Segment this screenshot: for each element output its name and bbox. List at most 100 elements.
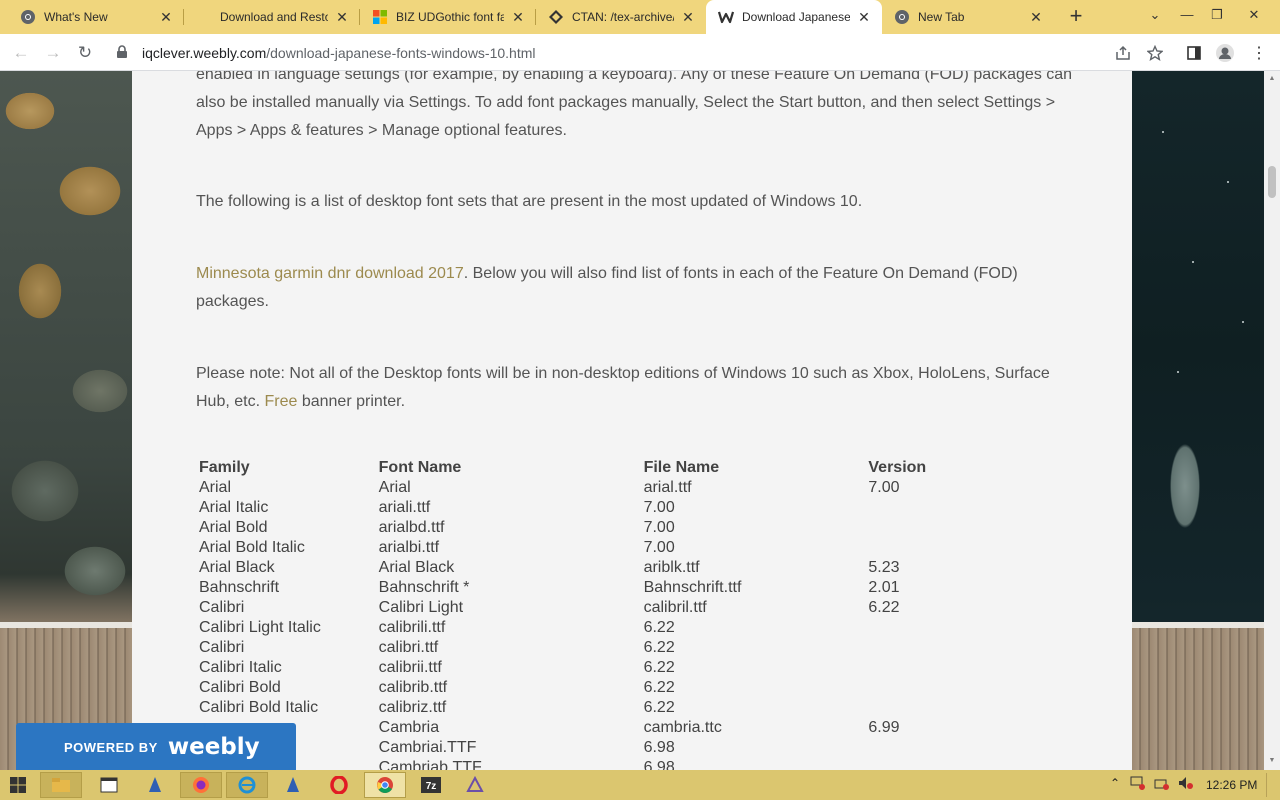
paragraph-fod-list: Minnesota garmin dnr download 2017. Belo… (196, 265, 1018, 310)
table-cell: 7.00 (643, 539, 675, 556)
tab-title: CTAN: /tex-archive/f (572, 10, 674, 24)
forward-button[interactable]: → (42, 42, 64, 64)
table-cell: 6.99 (868, 719, 900, 736)
profile-avatar-icon[interactable] (1214, 42, 1236, 64)
powered-by-label: POWERED BY (64, 739, 158, 755)
table-cell: Bahnschrift (199, 579, 280, 596)
table-cell (865, 758, 1036, 770)
table-cell: calibriz.ttf (378, 699, 447, 716)
table-cell: Arial Bold (199, 519, 268, 536)
weebly-logo: weebly (167, 734, 260, 760)
vertical-scrollbar[interactable]: ▲ ▼ (1264, 71, 1280, 770)
lock-icon[interactable] (116, 45, 128, 64)
table-cell: calibrii.ttf (378, 659, 442, 676)
chrome-taskbar-icon[interactable] (364, 772, 406, 798)
address-bar[interactable]: iqclever.weebly.com/download-japanese-fo… (106, 38, 1176, 67)
tab-strip: What's New ✕ Download and Resto ✕ BIZ UD… (0, 0, 1280, 34)
scroll-up-icon[interactable]: ▲ (1268, 75, 1276, 82)
browser-toolbar: ← → ↻ iqclever.weebly.com/download-japan… (0, 34, 1280, 71)
reload-button[interactable]: ↻ (74, 42, 96, 64)
close-tab-icon[interactable]: ✕ (334, 9, 350, 25)
powered-by-weebly-badge[interactable]: POWERED BY weebly (16, 723, 296, 770)
scroll-down-icon[interactable]: ▼ (1268, 757, 1276, 764)
tab-whats-new[interactable]: What's New ✕ (8, 0, 184, 34)
start-button[interactable] (0, 772, 36, 798)
table-row: Calibri Bold Italic calibriz.ttf 6.22 (196, 698, 1036, 718)
table-row: Calibri Bold calibrib.ttf 6.22 (196, 678, 1036, 698)
table-row: Cambriai.TTF 6.98 (196, 738, 1036, 758)
menu-icon[interactable]: ⋮ (1248, 42, 1270, 64)
table-cell: calibril.ttf (643, 599, 707, 616)
tab-download-restore[interactable]: Download and Resto ✕ (184, 0, 360, 34)
table-cell: Calibri Light Italic (199, 619, 321, 636)
tab-title: BIZ UDGothic font fa (396, 10, 504, 24)
close-tab-icon[interactable]: ✕ (856, 9, 872, 25)
tab-download-japanese[interactable]: Download Japanese ✕ (706, 0, 882, 34)
scrollbar-thumb[interactable] (1268, 166, 1276, 198)
table-row: Arial Italic ariali.ttf 7.00 (196, 498, 1036, 518)
background-image-right (1132, 71, 1264, 770)
table-cell: 6.98 (643, 759, 675, 770)
weebly-icon (718, 9, 734, 25)
table-cell: Bahnschrift.ttf (643, 579, 742, 596)
table-cell: Arial (199, 479, 232, 496)
table-cell (865, 698, 1036, 718)
7zip-icon[interactable]: 7z (410, 772, 452, 798)
app-icon-blue[interactable] (134, 772, 176, 798)
tab-title: New Tab (918, 10, 965, 24)
close-tab-icon[interactable]: ✕ (1028, 9, 1044, 25)
volume-muted-icon[interactable] (1178, 776, 1194, 793)
tab-new-tab[interactable]: New Tab ✕ (882, 0, 1054, 34)
tab-search-icon[interactable]: ⌄ (1140, 0, 1170, 34)
tab-ctan[interactable]: CTAN: /tex-archive/f ✕ (536, 0, 706, 34)
tab-title: Download Japanese (742, 10, 850, 24)
blank-icon (196, 9, 212, 25)
web-page: enabled in language settings (for exampl… (0, 71, 1280, 770)
close-tab-icon[interactable]: ✕ (680, 9, 696, 25)
opera-icon[interactable] (318, 772, 360, 798)
new-tab-button[interactable]: + (1064, 5, 1088, 29)
share-icon[interactable] (1112, 42, 1134, 64)
tab-biz-udgothic[interactable]: BIZ UDGothic font fa ✕ (360, 0, 536, 34)
close-window-button[interactable]: ✕ (1234, 0, 1274, 34)
table-cell: Calibri Light (378, 599, 464, 616)
table-cell: Calibri Bold (199, 679, 281, 696)
app-icon-blue-2[interactable] (272, 772, 314, 798)
table-cell: Calibri Italic (199, 659, 282, 676)
table-cell: Arial (378, 479, 411, 496)
table-cell: Bahnschrift * (378, 579, 470, 596)
internet-explorer-icon[interactable] (226, 772, 268, 798)
restore-button[interactable]: ❐ (1202, 0, 1232, 34)
table-cell (865, 618, 1036, 638)
close-tab-icon[interactable]: ✕ (510, 9, 526, 25)
ctan-icon (548, 9, 564, 25)
side-panel-icon[interactable] (1183, 42, 1205, 64)
taskbar-clock[interactable]: 12:26 PM (1206, 778, 1257, 792)
paragraph-font-list-intro: The following is a list of desktop font … (196, 193, 863, 210)
minimize-button[interactable]: — (1172, 0, 1202, 34)
app-icon-purple[interactable] (454, 772, 496, 798)
back-button[interactable]: ← (10, 42, 32, 64)
file-explorer-icon[interactable] (40, 772, 82, 798)
free-link[interactable]: Free (264, 393, 297, 410)
table-cell: 7.00 (643, 519, 675, 536)
firefox-icon[interactable] (180, 772, 222, 798)
show-hidden-icons[interactable]: ⌃ (1110, 776, 1120, 790)
close-tab-icon[interactable]: ✕ (158, 9, 174, 25)
wifi-icon[interactable] (1154, 776, 1170, 793)
tab-title: Download and Resto (220, 10, 328, 24)
table-row: Arial Bold arialbd.ttf 7.00 (196, 518, 1036, 538)
garmin-link[interactable]: Minnesota garmin dnr download 2017 (196, 265, 464, 282)
url-text[interactable]: iqclever.weebly.com/download-japanese-fo… (142, 45, 536, 61)
table-cell: 6.22 (643, 639, 675, 656)
table-cell: 6.22 (643, 659, 675, 676)
network-icon[interactable] (1130, 776, 1146, 793)
table-cell: Arial Black (199, 559, 275, 576)
show-desktop-button[interactable] (1266, 773, 1280, 797)
table-cell: Cambriab.TTF (378, 759, 482, 770)
window-app-icon[interactable] (88, 772, 130, 798)
bookmark-star-icon[interactable] (1144, 42, 1166, 64)
chrome-icon (20, 9, 36, 25)
table-row: Arial Bold Italic arialbi.ttf 7.00 (196, 538, 1036, 558)
table-cell: ariali.ttf (378, 499, 431, 516)
